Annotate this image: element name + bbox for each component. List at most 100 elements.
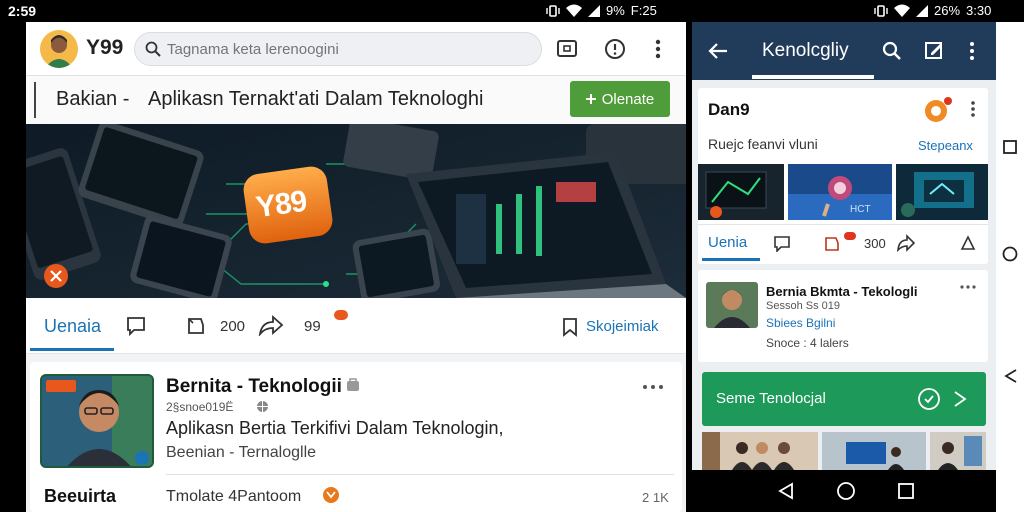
- status-clock: F:25: [630, 3, 657, 18]
- search-bar[interactable]: [134, 32, 542, 66]
- channel-description: Ruejc feanvi vluni: [708, 136, 818, 152]
- post-footer-label[interactable]: Beeuirta: [44, 486, 116, 507]
- photo-strip-image-2[interactable]: [822, 432, 926, 470]
- reaction-count: 99: [304, 318, 321, 335]
- vibrate-icon: [546, 4, 560, 18]
- gallery-image-2[interactable]: HCT: [788, 164, 892, 220]
- like-icon[interactable]: [186, 316, 206, 336]
- side-nav-bar: [996, 22, 1024, 512]
- news-card[interactable]: Bernia Bkmta - Tekologli Sessoh Ss 019 S…: [698, 270, 988, 362]
- headline-banner: Bakian - Aplikasn Ternakt'ati Dalam Tekn…: [26, 76, 686, 124]
- wifi-icon: [566, 4, 582, 18]
- chat-icon[interactable]: [556, 38, 578, 60]
- hero-image[interactable]: Y89: [26, 124, 686, 298]
- tab-uenaia[interactable]: Uenaia: [44, 316, 101, 337]
- post-actions-bar: Uenaia 200 99 Skojeimiak: [26, 298, 686, 354]
- status-time: 2:59: [8, 3, 37, 19]
- photo-strip: [702, 432, 986, 470]
- channel-name: Dan9: [708, 100, 750, 119]
- bookmark-icon[interactable]: [960, 235, 976, 251]
- share-icon[interactable]: [258, 314, 284, 336]
- edit-icon[interactable]: [924, 40, 944, 60]
- post-divider: [166, 474, 674, 475]
- post-more-icon[interactable]: [642, 384, 664, 390]
- tab-indicator: [702, 258, 760, 261]
- plus-icon: [585, 94, 596, 104]
- signal-icon: [916, 4, 928, 18]
- channel-link[interactable]: Stepeanx: [918, 138, 973, 153]
- banner-button-label: Olenate: [601, 90, 655, 108]
- channel-gallery: HCT: [698, 164, 988, 220]
- post-subtitle: Beenian - Ternaloglle: [166, 444, 317, 461]
- post-author[interactable]: Bernita - Teknologii: [166, 376, 342, 398]
- search-input[interactable]: [167, 38, 527, 60]
- status-bar-left: 2:59 9% F:25: [0, 0, 690, 22]
- search-icon[interactable]: [882, 41, 902, 61]
- comment-icon[interactable]: [126, 316, 146, 336]
- card-more-icon[interactable]: [970, 100, 976, 118]
- news-stats: Snoce : 4 lalers: [766, 336, 849, 350]
- news-author[interactable]: Bernia Bkmta - Tekologli: [766, 284, 917, 299]
- notification-icon[interactable]: [604, 38, 626, 60]
- news-link[interactable]: Sbiees Bgilni: [766, 316, 835, 330]
- title-underline: [752, 75, 874, 79]
- nav-home-icon[interactable]: [836, 481, 856, 501]
- post-footer-count: 2 1K: [642, 490, 669, 505]
- share-icon[interactable]: [896, 234, 916, 252]
- post-title: Aplikasn Bertia Terkifivi Dalam Teknolog…: [166, 418, 504, 438]
- notification-badge: [334, 310, 348, 320]
- brand-badge-icon: [322, 486, 340, 504]
- right-title: Kenolcgliy: [762, 40, 849, 61]
- notification-badge: [844, 232, 856, 240]
- chat-bubble-icon[interactable]: [916, 386, 942, 412]
- more-options-icon[interactable]: [968, 41, 976, 61]
- bookmark-label[interactable]: Skojeimiak: [586, 318, 659, 335]
- post-meta: 2§snoe019Ë: [166, 400, 234, 414]
- nav-back-icon[interactable]: [1004, 368, 1018, 384]
- banner-action-button[interactable]: Olenate: [570, 81, 670, 117]
- top-app-bar: Y99: [26, 22, 686, 76]
- like-count: 200: [220, 318, 246, 335]
- nav-back-icon[interactable]: [778, 482, 794, 500]
- status-bar-right: 26% 3:30: [690, 0, 996, 22]
- right-app-bar: Kenolcgliy: [692, 22, 996, 80]
- left-app-window: Y99 Bakian - Aplikasn Ternakt'ati Dalam …: [26, 22, 686, 512]
- app-name: Y99: [86, 36, 124, 59]
- news-more-icon[interactable]: [960, 284, 976, 290]
- gallery-image-1[interactable]: [698, 164, 784, 220]
- android-nav-bar: [692, 470, 996, 512]
- bookmark-icon[interactable]: [562, 317, 578, 337]
- nav-home-icon[interactable]: [1002, 246, 1018, 262]
- avatar[interactable]: [40, 30, 78, 68]
- nav-recents-icon[interactable]: [1003, 140, 1017, 154]
- signal-icon: [588, 4, 600, 18]
- status-time: 3:30: [966, 3, 992, 18]
- brand-logo-icon: [922, 96, 954, 124]
- svg-text:HCT: HCT: [850, 204, 871, 215]
- post-footer-action[interactable]: Tmolate 4Pantoom: [166, 488, 301, 506]
- verified-icon: [346, 378, 360, 392]
- back-arrow-icon[interactable]: [708, 42, 728, 60]
- more-options-icon[interactable]: [652, 38, 664, 60]
- share-arrow-icon[interactable]: [952, 390, 968, 408]
- banner-divider: [34, 82, 36, 118]
- gallery-image-3[interactable]: [896, 164, 988, 220]
- topic-banner-label: Seme Tenolocjal: [716, 390, 826, 407]
- photo-strip-image-3[interactable]: [930, 432, 986, 470]
- tab-uenia[interactable]: Uenia: [708, 234, 747, 251]
- globe-icon: [256, 400, 269, 413]
- photo-strip-image-1[interactable]: [702, 432, 818, 470]
- card-divider: [698, 224, 988, 225]
- battery-percent: 9%: [606, 3, 625, 18]
- like-icon[interactable]: [824, 236, 840, 252]
- news-thumbnail[interactable]: [706, 282, 758, 328]
- topic-banner[interactable]: Seme Tenolocjal: [702, 372, 986, 426]
- channel-card[interactable]: Dan9 Ruejc feanvi vluni Stepeanx HCT Uen…: [698, 88, 988, 264]
- comment-icon[interactable]: [774, 236, 790, 252]
- post-thumbnail[interactable]: [40, 374, 154, 468]
- wifi-icon: [894, 4, 910, 18]
- nav-recents-icon[interactable]: [898, 483, 914, 499]
- post-card[interactable]: Bernita - Teknologii 2§snoe019Ë Aplikasn…: [30, 362, 682, 512]
- right-app-window: Kenolcgliy Dan9 Ruejc feanvi vluni Stepe…: [692, 22, 996, 470]
- search-icon: [145, 41, 161, 57]
